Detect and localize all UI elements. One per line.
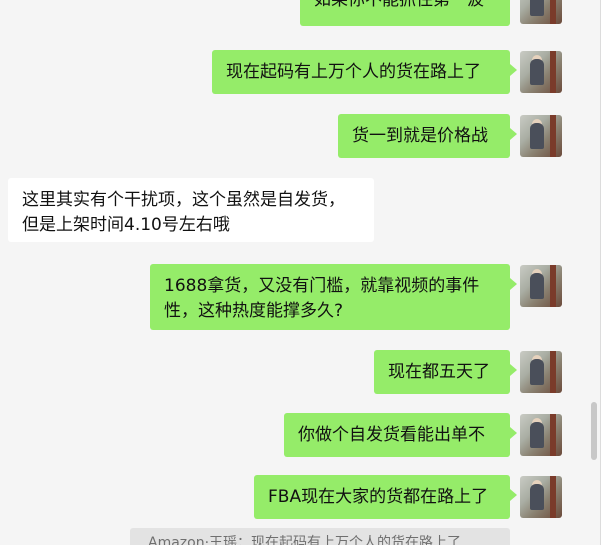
message-bubble-sent[interactable]: 你做个自发货看能出单不 xyxy=(284,413,510,457)
user-avatar[interactable] xyxy=(520,476,562,518)
chat-message-list[interactable]: 如果你不能抓住第一波 现在起码有上万个人的货在路上了 货一到就是价格战 这里其实… xyxy=(0,0,600,545)
scrollbar-thumb[interactable] xyxy=(591,402,597,460)
message-text: 如果你不能抓住第一波 xyxy=(314,0,484,10)
message-text: FBA现在大家的货都在路上了 xyxy=(268,487,489,507)
message-bubble-sent[interactable]: 现在起码有上万个人的货在路上了 xyxy=(212,50,510,94)
quoted-reply-text: Amazon·王瑶：现在起码有上万个人的货在路上了 xyxy=(148,535,462,545)
user-avatar[interactable] xyxy=(520,265,562,307)
message-bubble-sent[interactable]: FBA现在大家的货都在路上了 xyxy=(254,475,510,519)
user-avatar[interactable] xyxy=(520,115,562,157)
message-text: 1688拿货，又没有门槛，就靠视频的事件性，这种热度能撑多久? xyxy=(164,276,480,321)
scrollbar-track[interactable] xyxy=(589,0,599,545)
user-avatar[interactable] xyxy=(520,0,562,24)
side-panel-edge xyxy=(600,0,608,545)
message-bubble-sent[interactable]: 如果你不能抓住第一波 xyxy=(300,0,510,26)
user-avatar[interactable] xyxy=(520,414,562,456)
message-text: 现在起码有上万个人的货在路上了 xyxy=(226,62,481,82)
message-bubble-sent[interactable]: 现在都五天了 xyxy=(374,350,510,394)
user-avatar[interactable] xyxy=(520,51,562,93)
message-bubble-received[interactable]: 这里其实有个干扰项，这个虽然是自发货，但是上架时间4.10号左右哦 xyxy=(8,178,374,242)
message-text: 你做个自发货看能出单不 xyxy=(298,425,485,445)
user-avatar[interactable] xyxy=(520,351,562,393)
message-text: 这里其实有个干扰项，这个虽然是自发货，但是上架时间4.10号左右哦 xyxy=(22,190,345,235)
message-text: 货一到就是价格战 xyxy=(352,126,488,146)
message-text: 现在都五天了 xyxy=(388,362,490,382)
message-bubble-sent[interactable]: 货一到就是价格战 xyxy=(338,114,510,158)
message-bubble-sent[interactable]: 1688拿货，又没有门槛，就靠视频的事件性，这种热度能撑多久? xyxy=(150,264,510,330)
quoted-reply[interactable]: Amazon·王瑶：现在起码有上万个人的货在路上了 xyxy=(130,528,510,545)
